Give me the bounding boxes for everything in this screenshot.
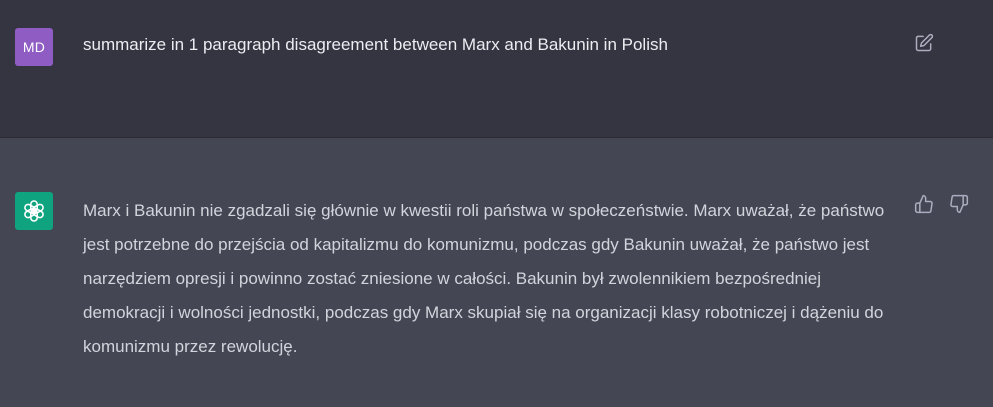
thumbs-up-icon (914, 194, 933, 214)
assistant-message-text: Marx i Bakunin nie zgadzali się głównie … (83, 201, 885, 356)
thumbs-down-icon (950, 194, 969, 214)
user-avatar: MD (15, 28, 53, 66)
edit-icon (915, 33, 934, 52)
thumbs-up-button[interactable] (913, 193, 935, 215)
user-message-text: summarize in 1 paragraph disagreement be… (83, 35, 668, 54)
thumbs-down-button[interactable] (948, 193, 970, 215)
edit-message-button[interactable] (913, 32, 935, 54)
assistant-message-row: Marx i Bakunin nie zgadzali się głównie … (0, 138, 993, 407)
chat-thread: MD summarize in 1 paragraph disagreement… (0, 0, 993, 407)
user-avatar-initials: MD (22, 39, 46, 55)
user-message-row: MD summarize in 1 paragraph disagreement… (0, 0, 993, 138)
assistant-avatar (15, 192, 53, 230)
openai-logo-icon (24, 200, 44, 222)
